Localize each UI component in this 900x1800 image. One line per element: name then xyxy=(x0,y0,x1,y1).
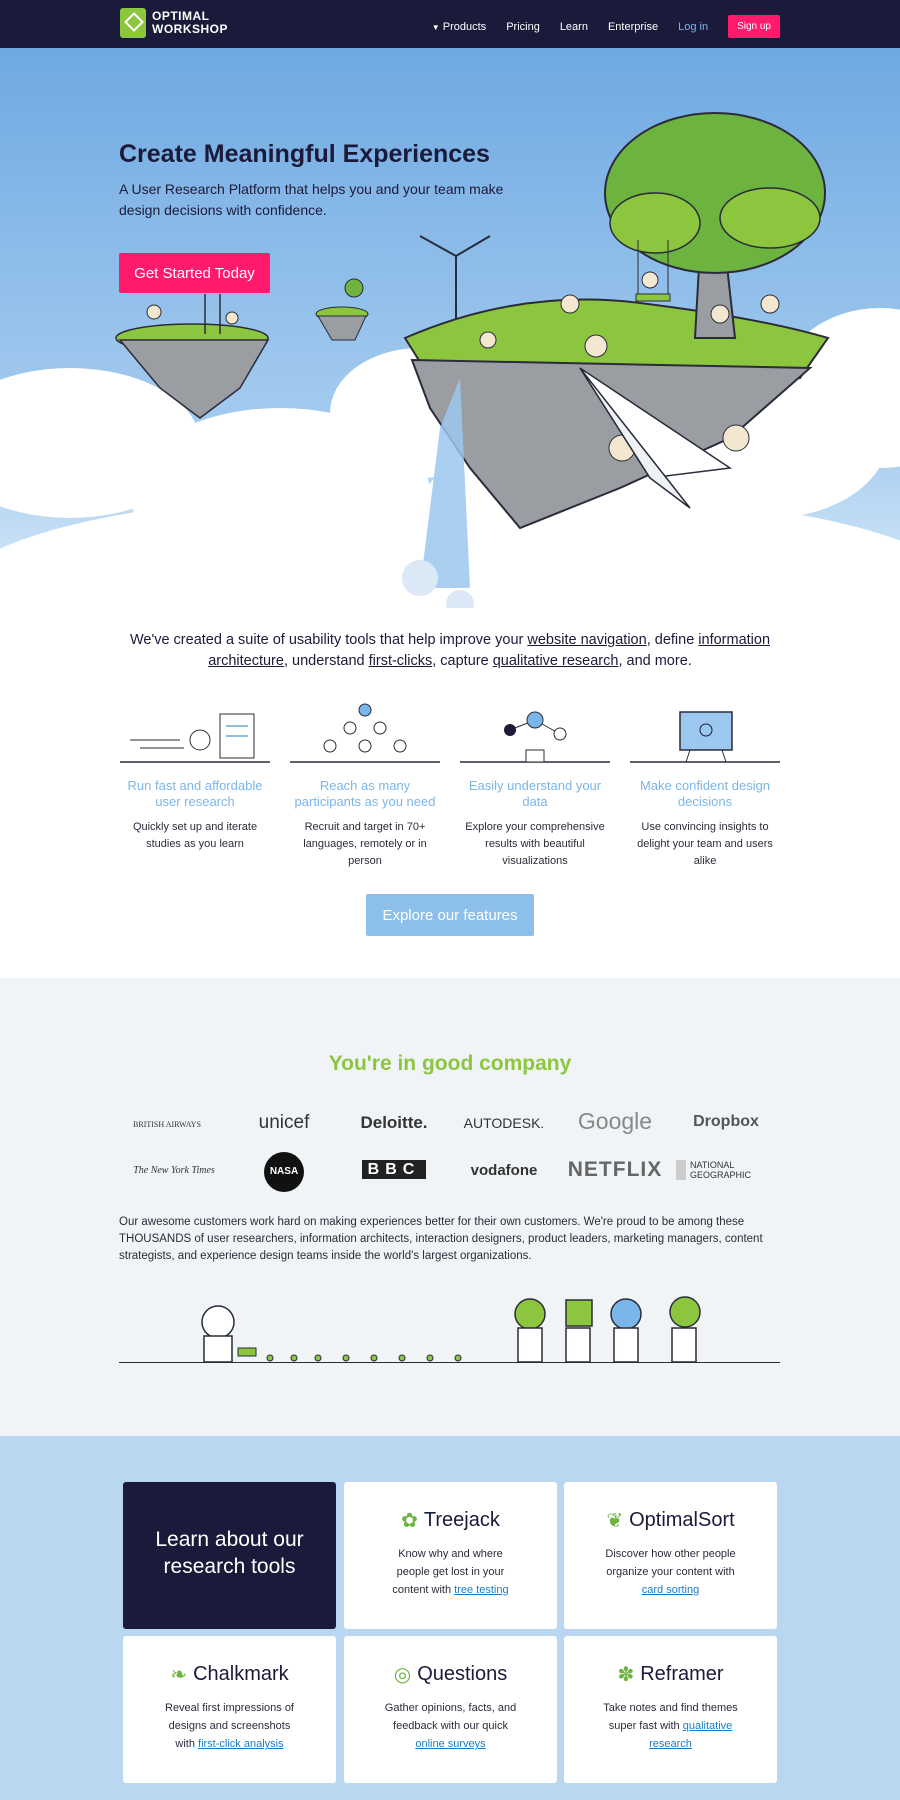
nav-links: ▼ Products Pricing Learn Enterprise Log … xyxy=(432,15,780,38)
login-link[interactable]: Log in xyxy=(678,21,708,33)
feature-reach-participants: Reach as many participants as you need R… xyxy=(290,700,440,870)
intro-text: , understand xyxy=(283,653,369,669)
first-click-analysis-link[interactable]: first-click analysis xyxy=(198,1738,284,1750)
national-geographic-logo: NATIONAL GEOGRAPHIC xyxy=(676,1160,780,1180)
dropbox-logo: Dropbox xyxy=(693,1113,759,1130)
card-desc: Gather opinions, facts, and feedback wit… xyxy=(381,1699,521,1753)
website-navigation-link[interactable]: website navigation xyxy=(527,632,646,648)
optimal-workshop-logo[interactable]: OPTIMAL WORKSHOP xyxy=(120,8,228,38)
hero-subtitle: A User Research Platform that helps you … xyxy=(119,181,504,218)
ground-line xyxy=(119,1362,780,1363)
treejack-card[interactable]: ✿ Treejack Know why and where people get … xyxy=(344,1482,557,1629)
feature-title: Run fast and affordable user research xyxy=(127,778,263,809)
caret-down-icon: ▼ xyxy=(431,22,440,32)
learn-tools-heading: Learn about our research tools xyxy=(155,1528,304,1578)
feature-desc: Use convincing insights to delight your … xyxy=(637,821,773,867)
reframer-card[interactable]: ✽ Reframer Take notes and find themes sup… xyxy=(564,1636,777,1783)
card-title: Reframer xyxy=(640,1663,724,1685)
spiral-icon: ◎ xyxy=(393,1664,412,1686)
nav-products[interactable]: ▼ Products xyxy=(432,21,486,33)
chalkmark-card[interactable]: ❧ Chalkmark Reveal first impressions of d… xyxy=(123,1636,336,1783)
autodesk-logo: AUTODESK. xyxy=(463,1115,545,1131)
intro-paragraph: We've created a suite of usability tools… xyxy=(110,630,790,672)
top-nav: OPTIMAL WORKSHOP ▼ Products Pricing Lear… xyxy=(0,0,900,48)
logo-line-2: WORKSHOP xyxy=(152,22,228,36)
signup-button[interactable]: Sign up xyxy=(728,15,780,38)
feature-understand-data: Easily understand your data Explore your… xyxy=(460,700,610,870)
feature-desc: Explore your comprehensive results with … xyxy=(465,821,605,867)
nav-enterprise[interactable]: Enterprise xyxy=(608,21,658,33)
card-title: Chalkmark xyxy=(193,1663,289,1685)
card-desc: Discover how other people organize your … xyxy=(601,1545,741,1599)
logo-icon xyxy=(120,8,146,38)
nav-learn[interactable]: Learn xyxy=(560,21,588,33)
bbc-logo: BBC xyxy=(334,1160,454,1179)
vodafone-logo: vodafone xyxy=(470,1162,538,1179)
feature-title: Easily understand your data xyxy=(468,778,602,809)
intro-text: , capture xyxy=(432,653,493,669)
leaf-icon: ✿ xyxy=(401,1510,418,1532)
get-started-button[interactable]: Get Started Today xyxy=(119,253,270,293)
customers-title: You're in good company xyxy=(328,1052,572,1075)
leaf-icon: ❦ xyxy=(606,1510,624,1532)
explore-features-button[interactable]: Explore our features xyxy=(366,894,534,936)
nav-pricing[interactable]: Pricing xyxy=(506,21,540,33)
netflix-logo: NETFLIX xyxy=(567,1158,663,1181)
intro-text: , define xyxy=(646,632,699,648)
tree-testing-link[interactable]: tree testing xyxy=(454,1584,508,1596)
qualitative-research-link[interactable]: qualitative research xyxy=(493,653,619,669)
customers-section: You're in good company BRITISH AIRWAYS u… xyxy=(0,978,900,1436)
card-desc: Reveal first impressions of designs and … xyxy=(160,1699,300,1753)
feature-desc: Quickly set up and iterate studies as yo… xyxy=(132,821,258,850)
hero-section: Create Meaningful Experiences A User Res… xyxy=(0,48,900,608)
leaf-icon: ❧ xyxy=(170,1664,188,1686)
card-sorting-link[interactable]: card sorting xyxy=(642,1584,699,1596)
people-pyramid-icon xyxy=(290,700,440,770)
floating-islands-illustration xyxy=(115,112,830,608)
molecule-data-icon xyxy=(460,700,610,770)
bbc-logo-text: BBC xyxy=(361,1160,427,1179)
running-figure-icon xyxy=(120,700,270,770)
british-airways-logo: BRITISH AIRWAYS xyxy=(133,1120,201,1129)
google-logo: Google xyxy=(577,1108,653,1134)
online-surveys-link[interactable]: online surveys xyxy=(415,1738,485,1750)
feature-confident-decisions: Make confident design decisions Use conv… xyxy=(630,700,780,870)
research-tools-section: Learn about our research tools ✿ Treejack… xyxy=(0,1436,900,1800)
card-title: Treejack xyxy=(423,1509,500,1531)
nasa-logo: NASA xyxy=(224,1152,344,1192)
customers-paragraph: Our awesome customers work hard on makin… xyxy=(119,1216,763,1262)
optimalsort-card[interactable]: ❦ OptimalSort Discover how other people o… xyxy=(564,1482,777,1629)
unicef-logo: unicef xyxy=(258,1112,310,1133)
nav-products-label: Products xyxy=(442,20,487,33)
new-york-times-logo: The New York Times xyxy=(133,1165,215,1176)
card-desc-text: Gather opinions, facts, and feedback wit… xyxy=(384,1702,517,1732)
feature-title: Reach as many participants as you need xyxy=(294,778,436,809)
gardening-illustration xyxy=(201,1296,701,1363)
questions-card[interactable]: ◎ Questions Gather opinions, facts, and f… xyxy=(344,1636,557,1783)
feature-title: Make confident design decisions xyxy=(639,778,771,809)
intro-text: We've created a suite of usability tools… xyxy=(129,632,528,648)
feature-desc: Recruit and target in 70+ languages, rem… xyxy=(303,821,427,867)
feature-run-fast: Run fast and affordable user research Qu… xyxy=(120,700,270,853)
intro-text: , and more. xyxy=(618,653,692,669)
card-desc-text: Discover how other people organize your … xyxy=(605,1548,736,1578)
presentation-board-icon xyxy=(630,700,780,770)
card-title: Questions xyxy=(417,1663,508,1685)
sprout-icon: ✽ xyxy=(617,1664,635,1686)
hero-title: Create Meaningful Experiences xyxy=(119,140,490,168)
learn-tools-card: Learn about our research tools xyxy=(123,1482,336,1629)
card-title: OptimalSort xyxy=(629,1509,735,1531)
card-desc: Know why and where people get lost in yo… xyxy=(381,1545,521,1599)
deloitte-logo: Deloitte. xyxy=(360,1113,428,1132)
first-clicks-link[interactable]: first-clicks xyxy=(369,653,433,669)
nasa-logo-text: NASA xyxy=(264,1152,304,1192)
card-desc: Take notes and find themes super fast wi… xyxy=(601,1699,741,1753)
